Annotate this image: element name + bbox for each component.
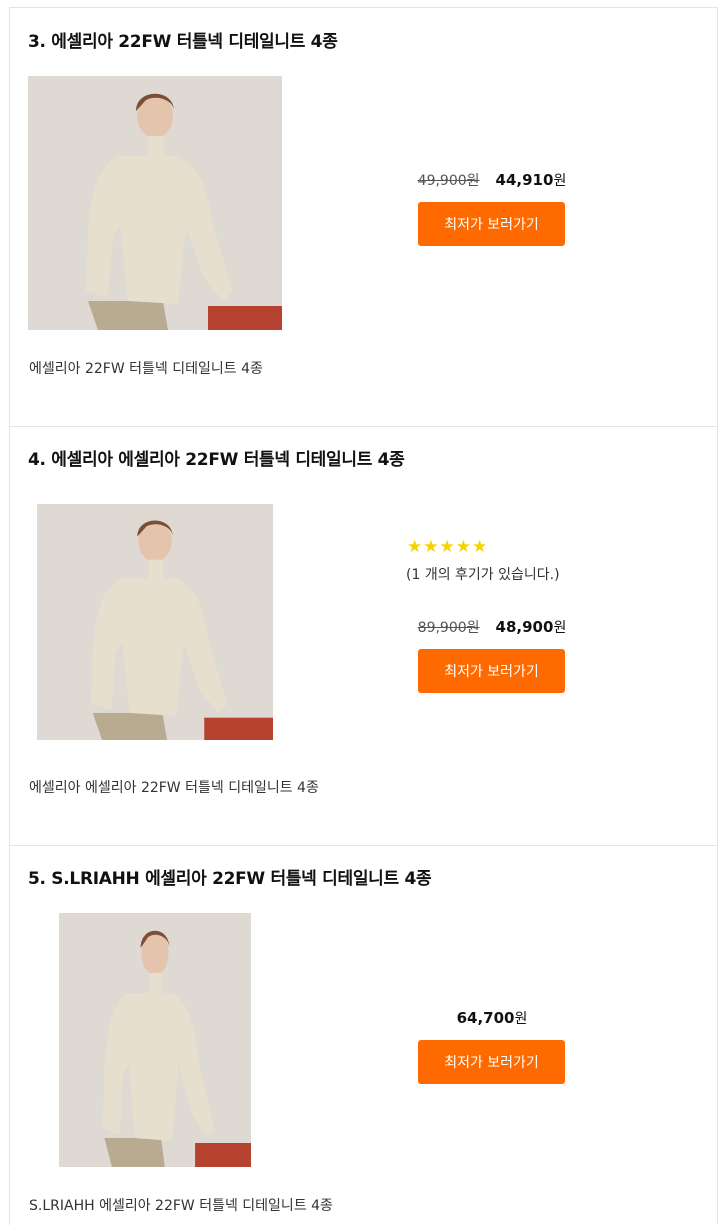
review-count[interactable]: (1 개의 후기가 있습니다.) bbox=[406, 564, 560, 584]
sale-price: 48,900원 bbox=[495, 618, 567, 636]
product-image[interactable] bbox=[59, 913, 251, 1167]
product-list: 3. 에셀리아 22FW 터틀넥 디테일니트 4종 49,900원 44,910원… bbox=[0, 0, 724, 1225]
product-card-3: 3. 에셀리아 22FW 터틀넥 디테일니트 4종 49,900원 44,910원… bbox=[9, 7, 718, 427]
product-description: S.LRIAHH 에셀리아 22FW 터틀넥 디테일니트 4종 bbox=[29, 1198, 333, 1214]
lowest-price-button[interactable]: 최저가 보러가기 bbox=[418, 202, 565, 246]
price-row: 89,900원 48,900원 bbox=[370, 617, 614, 637]
sale-price-unit: 원 bbox=[514, 1011, 528, 1027]
original-price: 49,900원 bbox=[417, 173, 480, 189]
price-row: 49,900원 44,910원 bbox=[370, 170, 614, 190]
sale-price-number: 48,900 bbox=[495, 618, 554, 636]
product-card-4: 4. 에셀리아 에셀리아 22FW 터틀넥 디테일니트 4종 ★★★★★ (1 … bbox=[9, 426, 718, 846]
product-card-5: 5. S.LRIAHH 에셀리아 22FW 터틀넥 디테일니트 4종 64,70… bbox=[9, 845, 718, 1225]
original-price: 89,900원 bbox=[417, 620, 480, 636]
product-title[interactable]: 5. S.LRIAHH 에셀리아 22FW 터틀넥 디테일니트 4종 bbox=[28, 864, 432, 889]
sale-price-unit: 원 bbox=[553, 620, 567, 636]
rating-stars: ★★★★★ bbox=[407, 537, 489, 557]
product-image[interactable] bbox=[37, 504, 273, 740]
sweater-photo-icon bbox=[28, 76, 282, 330]
product-title[interactable]: 3. 에셀리아 22FW 터틀넥 디테일니트 4종 bbox=[28, 27, 338, 52]
sale-price-number: 44,910 bbox=[495, 171, 554, 189]
product-image[interactable] bbox=[28, 76, 282, 330]
sale-price: 44,910원 bbox=[495, 171, 567, 189]
lowest-price-button[interactable]: 최저가 보러가기 bbox=[418, 1040, 565, 1084]
sweater-photo-icon bbox=[37, 504, 273, 740]
product-description: 에셀리아 22FW 터틀넥 디테일니트 4종 bbox=[29, 361, 263, 377]
sale-price: 64,700원 bbox=[456, 1009, 528, 1027]
product-description: 에셀리아 에셀리아 22FW 터틀넥 디테일니트 4종 bbox=[29, 780, 319, 796]
price-row: 64,700원 bbox=[370, 1008, 614, 1028]
sale-price-unit: 원 bbox=[553, 173, 567, 189]
sale-price-number: 64,700 bbox=[456, 1009, 515, 1027]
product-title[interactable]: 4. 에셀리아 에셀리아 22FW 터틀넥 디테일니트 4종 bbox=[28, 445, 405, 470]
lowest-price-button[interactable]: 최저가 보러가기 bbox=[418, 649, 565, 693]
sweater-photo-icon bbox=[59, 913, 251, 1167]
